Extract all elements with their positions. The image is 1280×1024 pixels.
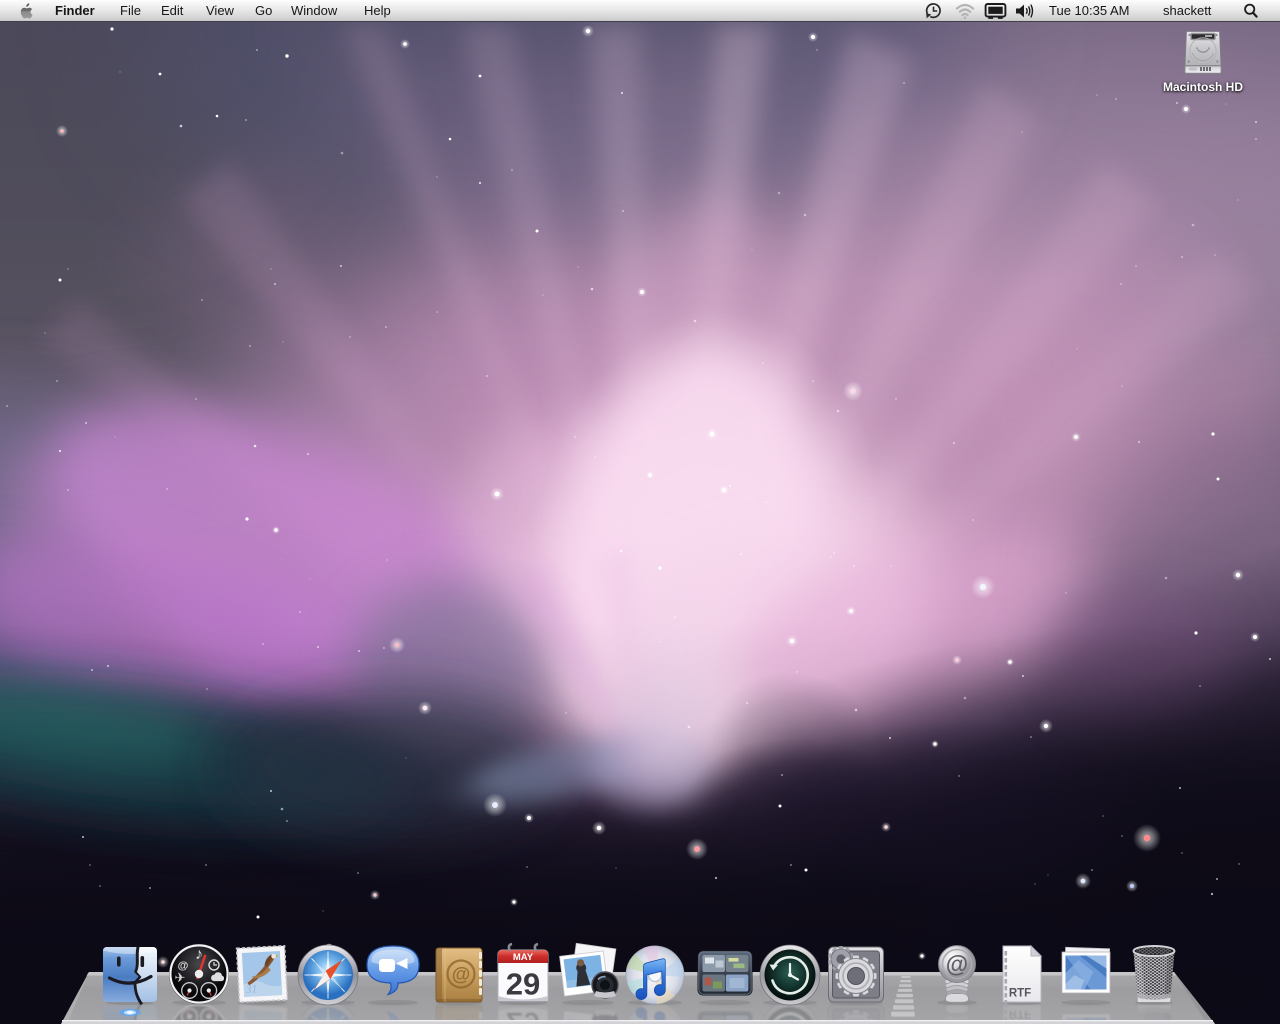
- svg-text:✈: ✈: [175, 970, 186, 985]
- svg-text:29: 29: [506, 967, 540, 1002]
- svg-text:@: @: [946, 951, 968, 977]
- svg-text:MAY: MAY: [513, 952, 534, 963]
- svg-text:@: @: [452, 965, 471, 986]
- svg-text:31: 31: [244, 983, 257, 996]
- svg-text:RTF: RTF: [1009, 988, 1031, 1000]
- svg-text:♪: ♪: [195, 946, 203, 963]
